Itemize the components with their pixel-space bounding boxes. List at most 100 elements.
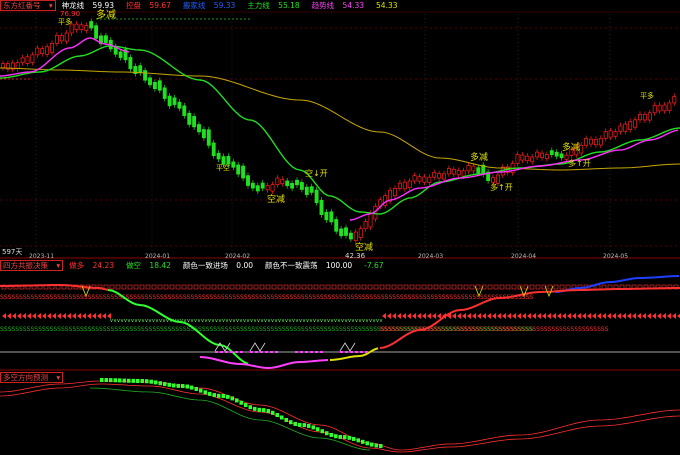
pink-marker (220, 351, 223, 353)
sub2-indicator-name: 多空方向预测 (3, 373, 48, 382)
sub2-green-block (253, 406, 257, 411)
candle-body (662, 104, 667, 112)
arrow-left-marker (2, 313, 6, 319)
sub1-field-4: -7.67 (364, 261, 384, 270)
sub2-green-block (257, 407, 261, 412)
sub2-green-block (136, 378, 140, 383)
sub1-indicator-tag[interactable]: 四方共振决策 ▾ (0, 260, 64, 271)
box-row-top (499, 284, 505, 290)
box-row-top (475, 284, 481, 290)
sub2-green-thin-line (89, 387, 371, 451)
arrow-left-marker (82, 313, 86, 319)
box-row-top (469, 284, 475, 290)
candle-body (442, 173, 446, 180)
candle-body (128, 57, 133, 70)
arrow-left-marker (102, 313, 106, 319)
candle-body (466, 165, 471, 172)
sub2-green-block (203, 390, 207, 395)
candle-body (197, 124, 201, 133)
candle-body (84, 25, 89, 31)
candle-body (334, 219, 339, 232)
candle-body (162, 87, 167, 99)
box-row-top (409, 284, 415, 290)
candle-body (593, 139, 598, 146)
date-label: 2024-05 (603, 253, 628, 260)
candle-body (348, 232, 353, 240)
box-row-top (319, 284, 325, 290)
arrow-left-marker (562, 313, 566, 319)
candle-body (25, 56, 30, 64)
sub2-green-block (271, 410, 275, 415)
arrow-left-marker (667, 313, 671, 319)
candle-body (491, 177, 495, 183)
date-label: 2024-04 (511, 253, 536, 260)
candle-body (187, 112, 192, 125)
field-0: 神龙线 59.93 (61, 1, 115, 10)
arrow-left-marker (527, 313, 531, 319)
box-row-top (163, 284, 169, 290)
arrow-left-marker (392, 313, 396, 319)
candle-body (64, 32, 69, 42)
main-indicator-name: 东方红番号 (3, 1, 41, 10)
candle-body (368, 213, 373, 228)
candle-body (608, 130, 613, 138)
candle-body (530, 156, 535, 163)
candle-body (579, 144, 584, 154)
arrow-left-marker (52, 313, 56, 319)
candle-body (559, 153, 564, 159)
arrow-left-marker (612, 313, 616, 319)
sub1-curve-yellow (329, 347, 379, 361)
pink-marker (350, 351, 353, 353)
candle-body (446, 168, 451, 175)
candle-body (182, 105, 187, 116)
signal-duo-kai-2: 多↑开 (568, 158, 591, 168)
box-row-top (403, 284, 409, 290)
candle-body (295, 179, 299, 186)
box-row-top (199, 284, 205, 290)
date-label: 2024-03 (418, 253, 443, 260)
candle-body (201, 129, 206, 139)
pink-marker (355, 351, 358, 353)
box-row-top (247, 284, 253, 290)
arrow-left-marker (42, 313, 46, 319)
sub2-indicator-tag[interactable]: 多空方向预测 ▾ (0, 372, 64, 383)
sub2-green-block (185, 384, 189, 389)
pink-marker (345, 351, 348, 353)
sub2-green-block (320, 429, 324, 434)
candle-body (417, 176, 422, 182)
candle-body (647, 112, 652, 121)
sub2-green-block (158, 381, 162, 386)
candle-body (299, 182, 304, 190)
main-indicator-tag[interactable]: 东方红番号 ▾ (0, 0, 56, 11)
box-row-top (139, 284, 145, 290)
sub2-green-block (113, 378, 117, 383)
candle-body (192, 116, 197, 128)
box-row-top (343, 284, 349, 290)
box-row-top (493, 284, 499, 290)
chart-canvas[interactable]: 76.9042.36597天平多平多多减多减多减空减空减空↓开多↑开多↑开平空2… (0, 0, 680, 455)
candle-body (50, 42, 54, 53)
arrow-left-marker (77, 313, 81, 319)
arrow-left-marker (37, 313, 41, 319)
candle-body (59, 35, 64, 42)
sub2-green-block (248, 405, 252, 410)
box-row-top (529, 284, 535, 290)
candle-body (393, 188, 397, 197)
sub2-green-block (145, 379, 149, 384)
sub2-green-block (347, 435, 351, 440)
box-row-top (109, 284, 115, 290)
arrow-left-marker (607, 313, 611, 319)
arrow-left-marker (452, 313, 456, 319)
box-row-top (151, 284, 157, 290)
arrow-left-marker (577, 313, 581, 319)
arrow-left-marker (57, 313, 61, 319)
pink-marker (315, 351, 318, 353)
candle-body (30, 54, 35, 63)
arrow-left-marker (382, 313, 386, 319)
arrow-left-marker (97, 313, 101, 319)
candle-body (45, 46, 50, 55)
candle-body (255, 185, 260, 192)
box-row-top (175, 284, 181, 290)
sub2-green-block (266, 409, 270, 414)
sub2-green-block (325, 431, 329, 436)
